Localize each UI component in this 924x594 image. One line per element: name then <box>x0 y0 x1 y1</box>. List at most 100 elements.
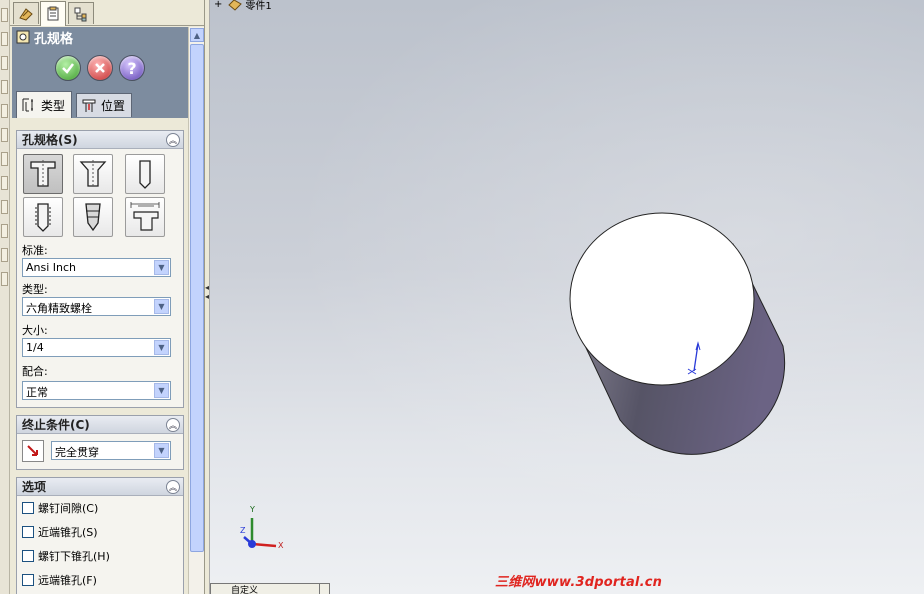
property-manager-tab[interactable] <box>40 1 66 26</box>
property-manager-panel: 孔规格 ? 类型 位置 ▲ 孔规格(S) ︽ 标准: Ansi Inch ▼ 类… <box>10 0 205 594</box>
chevron-up-icon: ︽ <box>169 420 177 430</box>
hole-type-countersink[interactable] <box>73 154 113 194</box>
options-group-header[interactable]: 选项 <box>17 478 183 496</box>
checkbox[interactable] <box>22 574 34 586</box>
end-condition-group-title: 终止条件(C) <box>22 418 90 432</box>
chevron-down-icon[interactable]: ▼ <box>154 383 169 398</box>
chevron-down-icon[interactable]: ▼ <box>154 299 169 314</box>
standard-label: 标准: <box>22 244 48 257</box>
end-condition-group-header[interactable]: 终止条件(C) <box>17 416 183 434</box>
scroll-thumb[interactable] <box>190 44 204 552</box>
hole-type-legacy[interactable] <box>125 197 165 237</box>
toolbar-icon[interactable] <box>1 272 8 286</box>
pipe-tap-icon <box>85 203 101 232</box>
scroll-up-button[interactable]: ▲ <box>190 28 204 42</box>
toolbar-icon[interactable] <box>1 224 8 238</box>
help-button[interactable]: ? <box>119 55 145 81</box>
cancel-button[interactable] <box>87 55 113 81</box>
toolbar-icon[interactable] <box>1 8 8 22</box>
standard-select[interactable]: Ansi Inch ▼ <box>22 258 171 277</box>
configuration-icon <box>74 7 87 21</box>
checkmark-icon <box>62 63 74 74</box>
chevron-up-icon: ︽ <box>169 482 177 492</box>
size-value: 1/4 <box>26 341 44 354</box>
triad-y-label: Y <box>250 505 255 514</box>
toolbar-icon[interactable] <box>1 128 8 142</box>
type-select[interactable]: 六角精致螺栓 ▼ <box>22 297 171 316</box>
legacy-hole-icon <box>130 202 160 231</box>
type-label: 类型: <box>22 283 48 296</box>
chevron-down-icon[interactable]: ▼ <box>154 443 169 458</box>
option-near-side-countersink[interactable]: 近端锥孔(S) <box>22 524 98 540</box>
size-select[interactable]: 1/4 ▼ <box>22 338 171 357</box>
toolbar-icon[interactable] <box>1 56 8 70</box>
tab-position[interactable]: 位置 <box>76 93 133 117</box>
chevron-down-icon[interactable]: ▼ <box>154 260 169 275</box>
options-group-title: 选项 <box>22 480 47 494</box>
help-icon: ? <box>127 58 137 78</box>
page-title: 孔规格 <box>34 31 74 47</box>
fit-value: 正常 <box>26 386 48 399</box>
tab-type[interactable]: 类型 <box>16 91 73 118</box>
option-screw-clearance[interactable]: 螺钉间隙(C) <box>22 500 98 516</box>
hole-type-pipe-tap[interactable] <box>73 197 113 237</box>
option-far-side-countersink[interactable]: 远端锥孔(F) <box>22 572 97 588</box>
configuration-manager-tab[interactable] <box>68 2 94 24</box>
cylinder-top-face[interactable] <box>569 212 755 386</box>
countersink-icon <box>79 160 107 188</box>
reverse-direction-button[interactable] <box>22 440 44 462</box>
hole-type-icon <box>22 98 33 112</box>
reference-triad-icon <box>243 518 277 548</box>
end-condition-group: 终止条件(C) ︽ 完全贯穿 ▼ <box>16 415 184 470</box>
hole-wizard-icon <box>16 30 30 44</box>
property-manager-header: 孔规格 ? 类型 位置 <box>12 27 188 118</box>
simple-hole-icon <box>139 160 151 189</box>
hole-type-counterbore[interactable] <box>23 154 63 194</box>
toolbar-icon[interactable] <box>1 200 8 214</box>
toolbar-icon[interactable] <box>1 152 8 166</box>
feature-manager-tab[interactable] <box>13 2 39 24</box>
model-canvas[interactable] <box>210 0 924 594</box>
toolbar-icon[interactable] <box>1 104 8 118</box>
toolbar-icon[interactable] <box>1 80 8 94</box>
manager-tabbar <box>10 0 204 26</box>
size-label: 大小: <box>22 324 48 337</box>
counterbore-icon <box>30 160 56 188</box>
hole-position-icon <box>82 99 96 112</box>
checkbox[interactable] <box>22 550 34 562</box>
hole-type-tapped[interactable] <box>23 197 63 237</box>
property-sheet-icon <box>47 6 59 21</box>
fit-label: 配合: <box>22 365 48 378</box>
feature-tree-icon <box>19 7 33 21</box>
hole-spec-group-title: 孔规格(S) <box>22 133 78 147</box>
toolbar-icon[interactable] <box>1 32 8 46</box>
hole-spec-group-header[interactable]: 孔规格(S) <box>17 131 183 149</box>
title-row: 孔规格 <box>12 27 188 47</box>
cylinder-model[interactable] <box>569 212 786 455</box>
watermark-text: 三维网www.3dportal.cn <box>495 575 663 590</box>
chevron-down-icon[interactable]: ▼ <box>154 340 169 355</box>
ok-button[interactable] <box>55 55 81 81</box>
collapse-end-condition-button[interactable]: ︽ <box>166 418 180 432</box>
end-condition-select[interactable]: 完全贯穿 ▼ <box>51 441 171 460</box>
option-under-head-countersink[interactable]: 螺钉下锥孔(H) <box>22 548 110 564</box>
configuration-tab[interactable]: 自定义 <box>210 583 330 594</box>
option-label: 螺钉下锥孔(H) <box>38 550 110 563</box>
chevron-down-icon[interactable] <box>319 584 329 594</box>
toolbar-icon[interactable] <box>1 248 8 262</box>
toolbar-icon[interactable] <box>1 176 8 190</box>
checkbox[interactable] <box>22 526 34 538</box>
fit-select[interactable]: 正常 ▼ <box>22 381 171 400</box>
options-group: 选项 ︽ 螺钉间隙(C) 近端锥孔(S) 螺钉下锥孔(H) 远端锥孔(F) <box>16 477 184 594</box>
panel-scrollbar[interactable]: ▲ <box>188 27 204 594</box>
option-label: 远端锥孔(F) <box>38 574 97 587</box>
hole-type-simple[interactable] <box>125 154 165 194</box>
chevron-up-icon: ︽ <box>169 135 177 145</box>
reverse-direction-icon <box>27 445 38 456</box>
checkbox[interactable] <box>22 502 34 514</box>
collapse-options-button[interactable]: ︽ <box>166 480 180 494</box>
graphics-viewport[interactable]: + 零件1 Y X Z 自定义 <box>210 0 924 594</box>
triad-x-label: X <box>278 541 284 550</box>
collapse-hole-spec-button[interactable]: ︽ <box>166 133 180 147</box>
end-condition-value: 完全贯穿 <box>55 446 99 459</box>
